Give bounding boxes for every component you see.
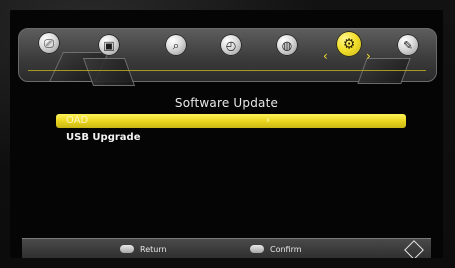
globe-icon[interactable]: ◍: [276, 34, 298, 56]
confirm-label: Confirm: [270, 244, 302, 254]
menu-item-label: OAD: [66, 115, 89, 126]
search-icon[interactable]: ⌕: [165, 34, 187, 56]
bottom-hint-bar: Return Confirm: [22, 238, 431, 258]
confirm-hint[interactable]: Confirm: [250, 243, 302, 255]
tv-frame: ⎚ ▣ ⌕ ◴ ◍ ‹ ⚙ › ✎ Software Update OAD ›: [0, 0, 455, 268]
page-title: Software Update: [174, 96, 279, 110]
return-label: Return: [140, 244, 167, 254]
media-icon[interactable]: ▣: [98, 34, 120, 56]
menu-item-oad[interactable]: OAD ›: [56, 114, 406, 128]
exit-button-icon: [120, 245, 134, 253]
tools-icon[interactable]: ✎: [397, 34, 419, 56]
chevron-right-icon: ›: [266, 115, 270, 126]
navigation-diamond-icon: [404, 240, 424, 258]
time-icon[interactable]: ◴: [220, 34, 242, 56]
active-left-chevron-icon: ‹: [323, 49, 328, 63]
ok-button-icon: [250, 245, 264, 253]
info-screen-icon[interactable]: ⎚: [38, 32, 60, 54]
menu-item-label: USB Upgrade: [66, 132, 141, 143]
return-hint[interactable]: Return: [120, 243, 167, 255]
topbar-accent-line: [28, 70, 426, 71]
tv-screen: ⎚ ▣ ⌕ ◴ ◍ ‹ ⚙ › ✎ Software Update OAD ›: [10, 10, 443, 258]
menu-item-usb-upgrade[interactable]: USB Upgrade: [56, 131, 406, 145]
settings-menu: OAD › USB Upgrade: [56, 114, 406, 145]
settings-gear-icon[interactable]: ⚙: [336, 31, 362, 57]
active-right-chevron-icon: ›: [366, 49, 371, 63]
